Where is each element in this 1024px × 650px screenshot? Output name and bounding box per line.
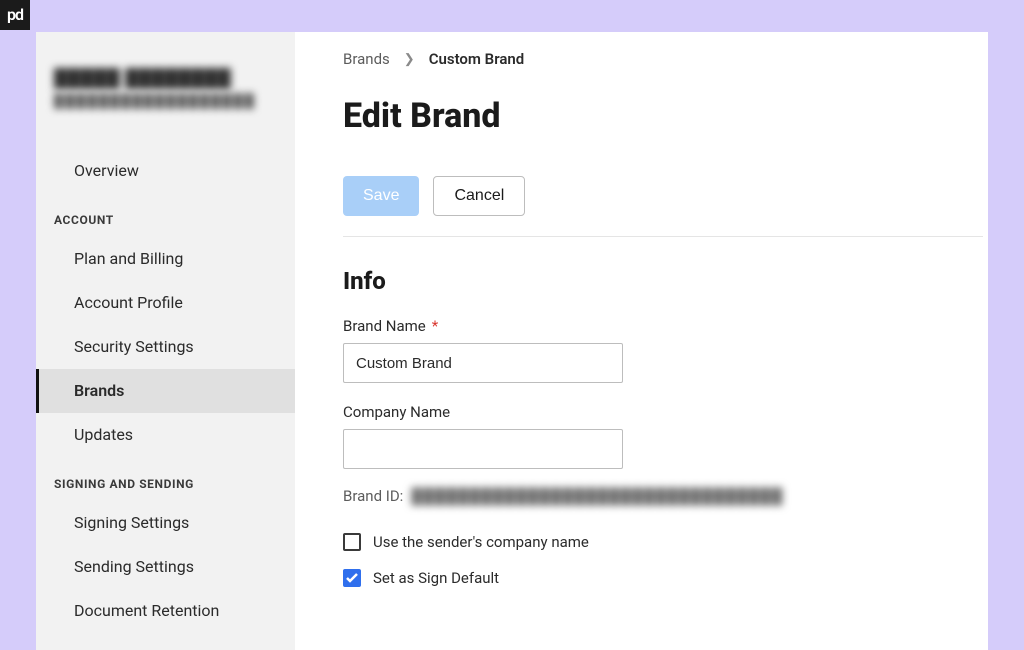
brand-name-label-text: Brand Name [343, 317, 426, 335]
sidebar-user-block: █████ ████████ ██████████████████ [36, 68, 295, 113]
breadcrumb-current: Custom Brand [429, 50, 525, 68]
checkbox-sign-default[interactable] [343, 569, 361, 587]
sidebar: █████ ████████ ██████████████████ Overvi… [36, 32, 295, 650]
brand-name-input[interactable] [343, 343, 623, 383]
brand-name-label: Brand Name * [343, 317, 988, 335]
sidebar-item-sending-settings[interactable]: Sending Settings [36, 545, 295, 589]
save-button[interactable]: Save [343, 176, 419, 216]
brand-id-row: Brand ID: ██████████████████████████████… [343, 487, 988, 505]
company-name-label: Company Name [343, 403, 988, 421]
app-frame: █████ ████████ ██████████████████ Overvi… [36, 32, 988, 650]
sidebar-item-updates[interactable]: Updates [36, 413, 295, 457]
logo-text: pd [7, 5, 23, 24]
sidebar-user-sub: ██████████████████ [54, 93, 277, 109]
company-name-input[interactable] [343, 429, 623, 469]
sidebar-section-account: ACCOUNT [36, 193, 295, 237]
sidebar-section-signing: SIGNING AND SENDING [36, 457, 295, 501]
sidebar-item-security-settings[interactable]: Security Settings [36, 325, 295, 369]
cancel-button[interactable]: Cancel [433, 176, 525, 216]
sidebar-user-name: █████ ████████ [54, 68, 277, 89]
required-star-icon: * [432, 317, 438, 335]
info-heading: Info [343, 267, 988, 295]
logo-badge: pd [0, 0, 30, 30]
sidebar-item-plan-and-billing[interactable]: Plan and Billing [36, 237, 295, 281]
breadcrumb: Brands ❯ Custom Brand [343, 50, 988, 68]
sidebar-item-brands[interactable]: Brands [36, 369, 295, 413]
page-title: Edit Brand [343, 96, 988, 136]
main-content: Brands ❯ Custom Brand Edit Brand Save Ca… [295, 32, 988, 650]
checkbox-row-sign-default: Set as Sign Default [343, 569, 988, 587]
sidebar-item-signing-settings[interactable]: Signing Settings [36, 501, 295, 545]
sidebar-item-account-profile[interactable]: Account Profile [36, 281, 295, 325]
chevron-right-icon: ❯ [404, 52, 415, 67]
checkbox-sign-default-label: Set as Sign Default [373, 569, 499, 587]
brand-id-value: ████████████████████████████████ [411, 487, 783, 505]
divider [343, 236, 983, 237]
action-button-row: Save Cancel [343, 176, 988, 216]
checkbox-row-sender-company: Use the sender's company name [343, 533, 988, 551]
breadcrumb-parent[interactable]: Brands [343, 50, 390, 68]
sidebar-item-overview[interactable]: Overview [36, 149, 295, 193]
brand-id-label: Brand ID: [343, 487, 403, 505]
checkbox-sender-company-label: Use the sender's company name [373, 533, 589, 551]
checkbox-sender-company[interactable] [343, 533, 361, 551]
sidebar-item-document-retention[interactable]: Document Retention [36, 589, 295, 633]
